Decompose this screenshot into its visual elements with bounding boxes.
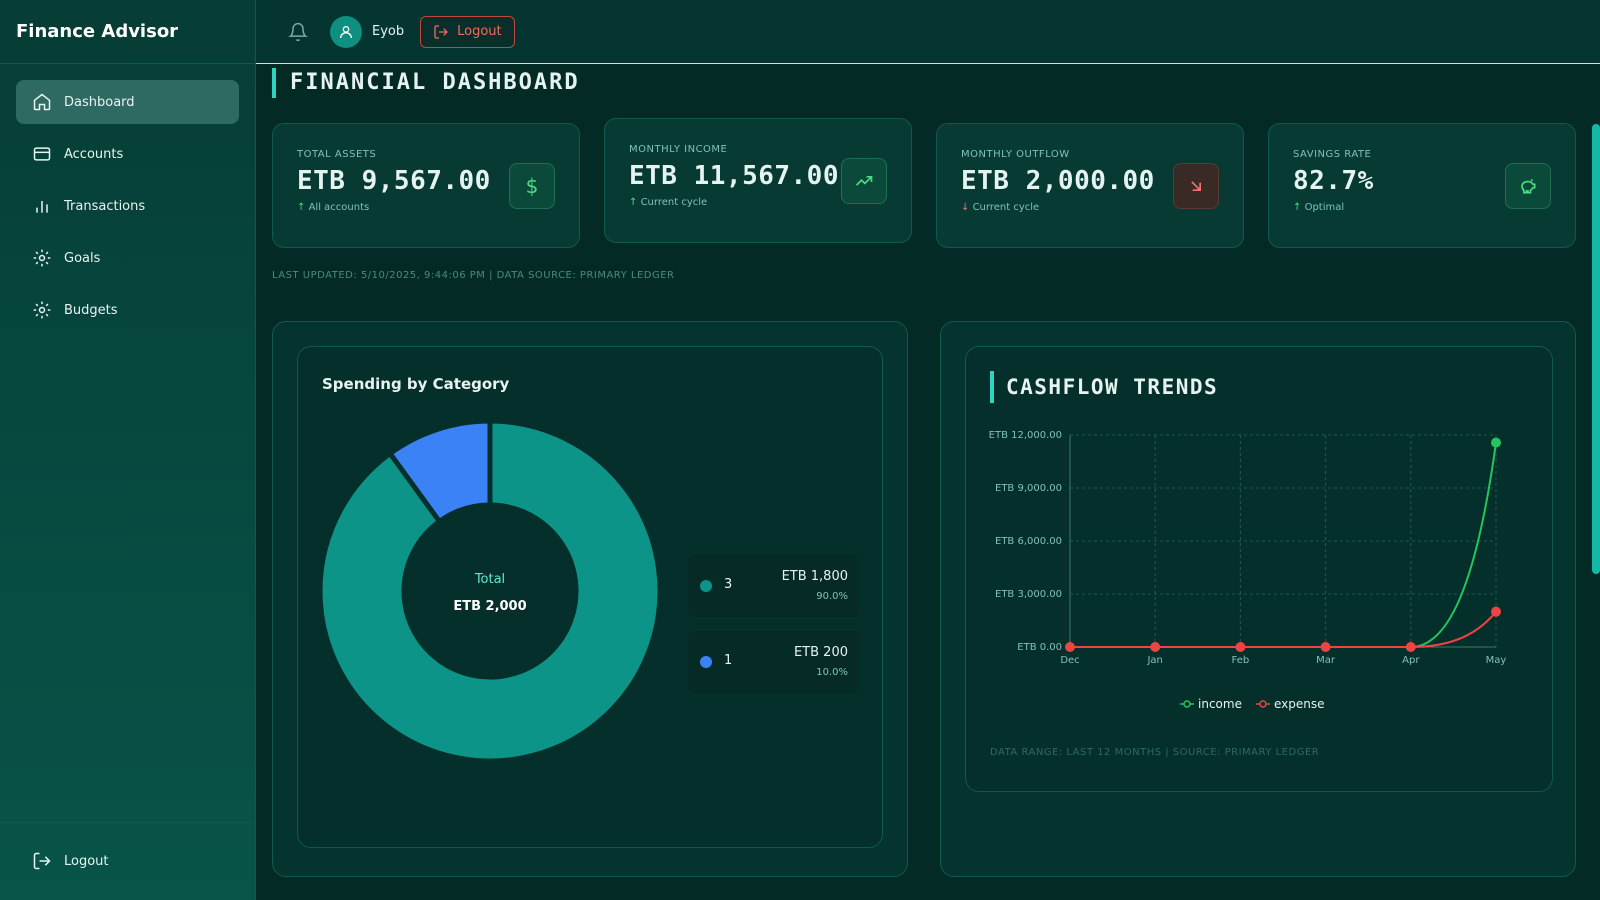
page-title: FINANCIAL DASHBOARD xyxy=(272,68,580,98)
legend-name: 1 xyxy=(724,653,733,668)
sidebar-item-label: Dashboard xyxy=(64,94,135,110)
logout-label: Logout xyxy=(457,24,502,39)
point-expense[interactable] xyxy=(1491,606,1501,617)
spending-panel: Spending by Category Total ETB 2,000 3 ET… xyxy=(272,321,908,877)
main-content: FINANCIAL DASHBOARD TOTAL ASSETS ETB 9,5… xyxy=(256,64,1600,900)
bell-icon[interactable] xyxy=(288,22,308,42)
legend-dot xyxy=(700,580,712,592)
home-icon xyxy=(33,93,51,111)
trend-up-icon: ↑ xyxy=(629,197,638,208)
legend-amount: ETB 1,800 xyxy=(781,569,848,584)
series-line-expense xyxy=(1070,611,1497,649)
stat-card-total-assets: TOTAL ASSETS ETB 9,567.00 ↑ All accounts… xyxy=(272,123,580,248)
y-tick-label: ETB 9,000.00 xyxy=(995,483,1062,494)
username: Eyob xyxy=(372,24,405,39)
spending-card: Spending by Category Total ETB 2,000 3 ET… xyxy=(297,346,883,848)
point-expense[interactable] xyxy=(1235,642,1246,652)
stat-sub-text: Current cycle xyxy=(972,202,1040,213)
stat-card-monthly-outflow: MONTHLY OUTFLOW ETB 2,000.00 ↓ Current c… xyxy=(936,123,1244,248)
stat-label: TOTAL ASSETS xyxy=(297,149,377,160)
trend-up-icon: ↑ xyxy=(1293,202,1302,213)
stat-label: MONTHLY INCOME xyxy=(629,144,728,155)
donut-center-label: Total xyxy=(474,572,505,587)
sidebar: Finance Advisor Dashboard Accounts Trans… xyxy=(0,0,256,900)
stat-sub-text: Current cycle xyxy=(640,197,708,208)
sidebar-logout-label: Logout xyxy=(64,853,109,869)
sidebar-logout-button[interactable]: Logout xyxy=(16,839,239,883)
stat-label: SAVINGS RATE xyxy=(1293,149,1372,160)
y-tick-label: ETB 3,000.00 xyxy=(995,589,1062,600)
x-tick-label: May xyxy=(1486,655,1507,666)
x-tick-label: Jan xyxy=(1146,655,1162,666)
point-expense[interactable] xyxy=(1065,642,1075,652)
legend-item: 3 ETB 1,800 90.0% xyxy=(688,555,860,617)
topbar: Eyob Logout xyxy=(256,0,1600,64)
user-icon xyxy=(340,25,352,38)
cashflow-title: CASHFLOW TRENDS xyxy=(990,371,1218,403)
legend-marker-income xyxy=(1183,700,1191,708)
logout-icon xyxy=(33,852,51,870)
logout-icon xyxy=(434,24,449,39)
stat-card-monthly-income: MONTHLY INCOME ETB 11,567.00 ↑ Current c… xyxy=(604,118,912,243)
card-icon xyxy=(33,147,51,161)
cashflow-line-chart: ETB 0.00 ETB 3,000.00 ETB 6,000.00 ETB 9,00… xyxy=(989,430,1507,711)
legend-item: 1 ETB 200 10.0% xyxy=(688,631,860,693)
trend-up-icon: ↑ xyxy=(297,202,306,213)
spending-title: Spending by Category xyxy=(322,375,510,393)
legend-label-expense: expense xyxy=(1274,697,1325,711)
legend-amount: ETB 200 xyxy=(793,645,848,660)
sidebar-item-transactions[interactable]: Transactions xyxy=(16,184,239,228)
point-expense[interactable] xyxy=(1150,642,1161,652)
y-tick-label: ETB 6,000.00 xyxy=(995,536,1062,547)
sidebar-footer: Logout xyxy=(0,822,255,900)
dollar-icon: $ xyxy=(509,163,555,209)
stat-sub-text: All accounts xyxy=(308,202,370,213)
sidebar-item-goals[interactable]: Goals xyxy=(16,236,239,280)
sidebar-item-accounts[interactable]: Accounts xyxy=(16,132,239,176)
x-tick-label: Apr xyxy=(1402,655,1420,666)
x-tick-label: Dec xyxy=(1060,655,1079,666)
avatar[interactable] xyxy=(330,15,362,48)
y-tick-label: ETB 12,000.00 xyxy=(989,430,1062,441)
app-title: Finance Advisor xyxy=(0,0,255,64)
point-expense[interactable] xyxy=(1405,642,1416,652)
cashflow-panel: CASHFLOW TRENDS ETB 0.00 ETB 3,000.00 ETB … xyxy=(940,321,1576,877)
sidebar-nav: Dashboard Accounts Transactions Goals Bu… xyxy=(0,64,255,356)
gear-icon xyxy=(33,249,51,267)
sidebar-item-label: Budgets xyxy=(64,302,118,318)
sidebar-item-label: Transactions xyxy=(64,198,146,214)
logout-button[interactable]: Logout xyxy=(420,15,515,48)
stat-sub-text: Optimal xyxy=(1304,202,1345,213)
scrollbar[interactable] xyxy=(1592,124,1600,574)
bar-chart-icon xyxy=(36,201,48,213)
sidebar-item-label: Accounts xyxy=(64,146,124,162)
trend-down-icon: ↓ xyxy=(961,202,970,213)
last-updated-text: LAST UPDATED: 5/10/2025, 9:44:06 PM | DA… xyxy=(272,270,675,281)
point-expense[interactable] xyxy=(1320,642,1331,652)
trending-up-icon xyxy=(841,158,887,204)
legend-dot xyxy=(700,656,712,668)
sidebar-item-label: Goals xyxy=(64,250,101,266)
legend-label-income: income xyxy=(1198,697,1242,711)
cashflow-footer: DATA RANGE: LAST 12 MONTHS | SOURCE: PRI… xyxy=(990,747,1320,758)
cashflow-card: CASHFLOW TRENDS ETB 0.00 ETB 3,000.00 ETB … xyxy=(965,346,1553,792)
legend-percent: 90.0% xyxy=(816,591,848,602)
stat-card-savings-rate: SAVINGS RATE 82.7% ↑ Optimal xyxy=(1268,123,1576,248)
stat-label: MONTHLY OUTFLOW xyxy=(961,149,1070,160)
piggy-bank-icon xyxy=(1505,163,1551,209)
legend-marker-expense xyxy=(1259,700,1267,708)
gear-icon xyxy=(33,301,51,319)
series-line-income xyxy=(1070,442,1497,649)
y-tick-label: ETB 0.00 xyxy=(1017,642,1062,653)
sidebar-item-dashboard[interactable]: Dashboard xyxy=(16,80,239,124)
legend-percent: 10.0% xyxy=(816,667,848,678)
donut-center-value: ETB 2,000 xyxy=(453,599,526,614)
arrow-down-right-icon xyxy=(1173,163,1219,209)
spending-donut-chart: Total ETB 2,000 xyxy=(317,418,663,764)
x-tick-label: Feb xyxy=(1232,655,1250,666)
sidebar-item-budgets[interactable]: Budgets xyxy=(16,288,239,332)
x-tick-label: Mar xyxy=(1316,655,1336,666)
point-income[interactable] xyxy=(1491,437,1501,448)
legend-name: 3 xyxy=(724,577,733,592)
